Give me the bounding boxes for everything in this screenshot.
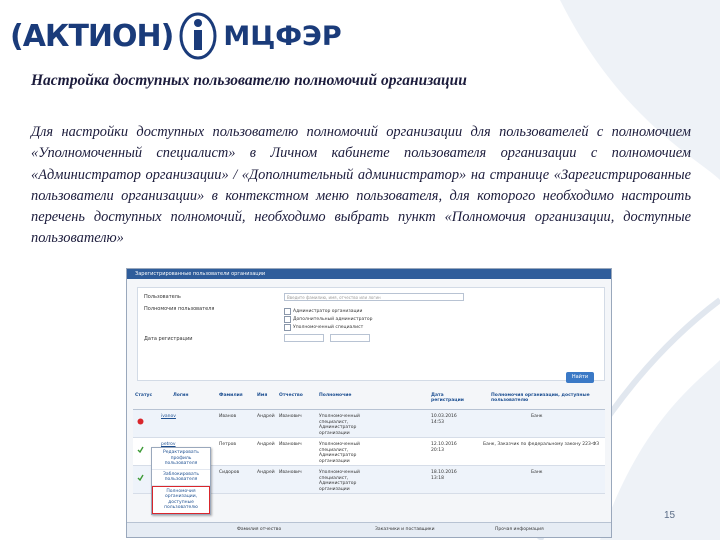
col-date[interactable]: Дата регистрации [431,393,464,403]
date-label: Дата регистрации [144,336,193,342]
menu-item-block-user[interactable]: Заблокировать пользователя [152,470,210,486]
row-org-rights: Банк, Заказчик по федеральному закону 22… [483,442,600,447]
row-org-rights: Банк [531,470,543,475]
row-rights: Уполномоченный специалист, Администратор… [319,442,360,464]
row-lastname: Иванов [219,414,237,419]
col-name[interactable]: Имя [257,393,267,398]
user-search-input[interactable]: Введите фамилию, имя, отчество или логин [284,293,464,301]
row-login[interactable]: ivanov [161,414,176,420]
screenshot-footer: Фамилия отчество Заказчики и поставщики … [127,522,611,537]
footer-item: Прочая информация [495,527,544,532]
embedded-screenshot: Зарегистрированные пользователи организа… [126,268,612,538]
user-label: Пользователь [144,294,181,300]
row-name: Андрей [257,414,275,419]
row-date: 10.03.2016 14:53 [431,414,457,425]
row-lastname: Сидоров [219,470,240,475]
row-name: Андрей [257,470,275,475]
col-status[interactable]: Статус [135,393,152,398]
footer-item: Заказчики и поставщики [375,527,435,532]
filter-form: Пользователь Введите фамилию, имя, отчес… [137,287,605,383]
slide-title: Настройка доступных пользователю полномо… [31,72,467,89]
row-patronymic: Иванович [279,414,302,419]
col-patronymic[interactable]: Отчество [279,393,303,398]
context-menu: Редактировать профиль пользователя Забло… [151,447,211,515]
active-status-icon [137,474,144,481]
slide-paragraph: Для настройки доступных пользователю пол… [31,124,691,247]
rights-label: Полномочия пользователя [144,306,215,312]
logo-emblem-icon [179,12,217,60]
footer-item: Фамилия отчество [237,527,282,532]
col-org-rights[interactable]: Полномочия организации, доступные пользо… [491,393,601,403]
date-to-input[interactable] [330,334,370,342]
table-header: Статус Логин Фамилия Имя Отчество Полном… [133,387,605,410]
row-rights: Уполномоченный специалист, Администратор… [319,414,360,436]
search-button[interactable]: Найти [566,372,594,383]
row-name: Андрей [257,442,275,447]
logo-mcfer: МЦФЭР [223,20,342,52]
active-status-icon [137,446,144,453]
menu-item-edit-profile[interactable]: Редактировать профиль пользователя [152,448,210,470]
checkbox-icon [284,324,291,331]
col-rights[interactable]: Полномочие [319,393,351,398]
checkbox-icon [284,316,291,323]
page-number: 15 [664,510,676,521]
logo-aktion: (АКТИОН) [10,18,174,54]
check-specialist[interactable]: Уполномоченный специалист [284,324,363,331]
menu-item-org-rights[interactable]: Полномочия организации, доступные пользо… [152,485,210,514]
checkbox-icon [284,308,291,315]
col-lastname[interactable]: Фамилия [219,393,243,398]
row-org-rights: Банк [531,414,543,419]
blocked-status-icon [137,418,144,425]
row-date: 12.10.2016 20:13 [431,442,457,453]
logo: (АКТИОН) МЦФЭР [10,10,342,62]
row-lastname: Петров [219,442,237,447]
table-row[interactable]: ivanov Иванов Андрей Иванович Уполномоче… [133,410,605,438]
row-date: 18.10.2016 13:18 [431,470,457,481]
row-rights: Уполномоченный специалист, Администратор… [319,470,360,492]
row-patronymic: Иванович [279,442,302,447]
check-additional-admin[interactable]: Дополнительный администратор [284,316,372,323]
check-admin[interactable]: Администратор организации [284,308,362,315]
col-login[interactable]: Логин [173,393,188,398]
row-patronymic: Иванович [279,470,302,475]
date-from-input[interactable] [284,334,324,342]
screenshot-header: Зарегистрированные пользователи организа… [127,269,611,279]
